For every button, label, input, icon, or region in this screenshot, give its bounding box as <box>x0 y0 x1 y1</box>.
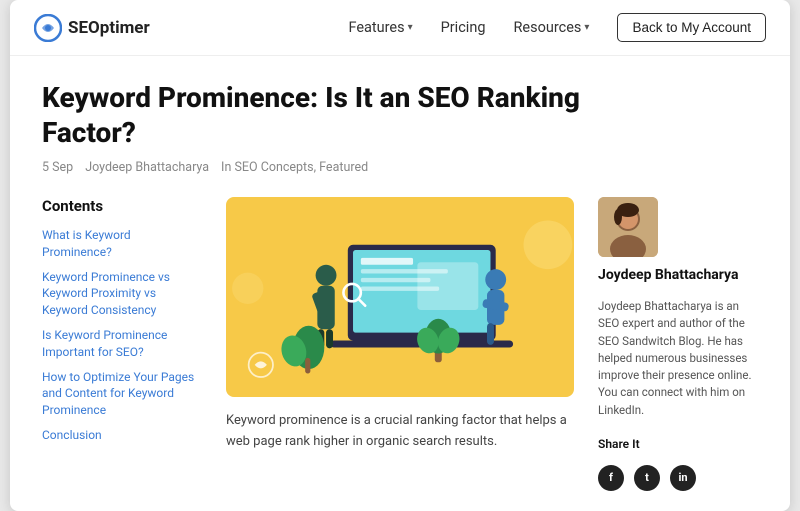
browser-frame: SEOptimer Features ▾ Pricing Resources ▾… <box>10 0 790 511</box>
toc-title: Contents <box>42 197 202 215</box>
linkedin-share-icon[interactable]: in <box>670 465 696 491</box>
back-to-account-button[interactable]: Back to My Account <box>617 13 766 42</box>
twitter-share-icon[interactable]: t <box>634 465 660 491</box>
meta-author: Joydeep Bhattacharya <box>85 160 209 175</box>
intro-paragraph: Keyword prominence is a crucial ranking … <box>226 411 574 453</box>
meta-categories-list: SEO Concepts, Featured <box>234 160 368 175</box>
nav-pricing[interactable]: Pricing <box>441 19 486 36</box>
author-sidebar: Joydeep Bhattacharya Joydeep Bhattachary… <box>598 197 758 491</box>
share-label: Share It <box>598 437 758 451</box>
toc-item-2[interactable]: Keyword Prominence vs Keyword Proximity … <box>42 269 202 319</box>
nav-resources-label: Resources <box>513 19 581 36</box>
toc-item-4[interactable]: How to Optimize Your Pages and Content f… <box>42 369 202 419</box>
toc-list: What is Keyword Prominence? Keyword Prom… <box>42 227 202 444</box>
share-icons: f t in <box>598 465 758 491</box>
author-photo <box>598 197 658 257</box>
nav-pricing-label: Pricing <box>441 19 486 36</box>
facebook-share-icon[interactable]: f <box>598 465 624 491</box>
nav-links: Features ▾ Pricing Resources ▾ <box>348 19 589 36</box>
nav-features-label: Features <box>348 19 404 36</box>
hero-image <box>226 197 574 397</box>
toc-item-1[interactable]: What is Keyword Prominence? <box>42 227 202 261</box>
features-chevron-icon: ▾ <box>408 22 413 33</box>
navbar: SEOptimer Features ▾ Pricing Resources ▾… <box>10 0 790 56</box>
article-title: Keyword Prominence: Is It an SEO Ranking… <box>42 80 622 150</box>
author-name: Joydeep Bhattacharya <box>598 267 758 283</box>
logo-text: SEOptimer <box>68 18 150 38</box>
article-meta: 5 Sep Joydeep Bhattacharya In SEO Concep… <box>42 160 758 175</box>
meta-prefix: In <box>221 160 231 175</box>
resources-chevron-icon: ▾ <box>584 22 589 33</box>
main-content: Keyword Prominence: Is It an SEO Ranking… <box>10 56 790 511</box>
author-bio: Joydeep Bhattacharya is an SEO expert an… <box>598 298 758 419</box>
article-body: Keyword prominence is a crucial ranking … <box>226 197 574 491</box>
table-of-contents: Contents What is Keyword Prominence? Key… <box>42 197 202 491</box>
logo-icon <box>34 14 62 42</box>
toc-item-3[interactable]: Is Keyword Prominence Important for SEO? <box>42 327 202 361</box>
nav-features[interactable]: Features ▾ <box>348 19 412 36</box>
body-layout: Contents What is Keyword Prominence? Key… <box>42 197 758 491</box>
meta-categories: In SEO Concepts, Featured <box>221 160 368 175</box>
nav-resources[interactable]: Resources ▾ <box>513 19 589 36</box>
logo[interactable]: SEOptimer <box>34 14 150 42</box>
toc-item-5[interactable]: Conclusion <box>42 427 202 444</box>
meta-date: 5 Sep <box>42 160 73 175</box>
